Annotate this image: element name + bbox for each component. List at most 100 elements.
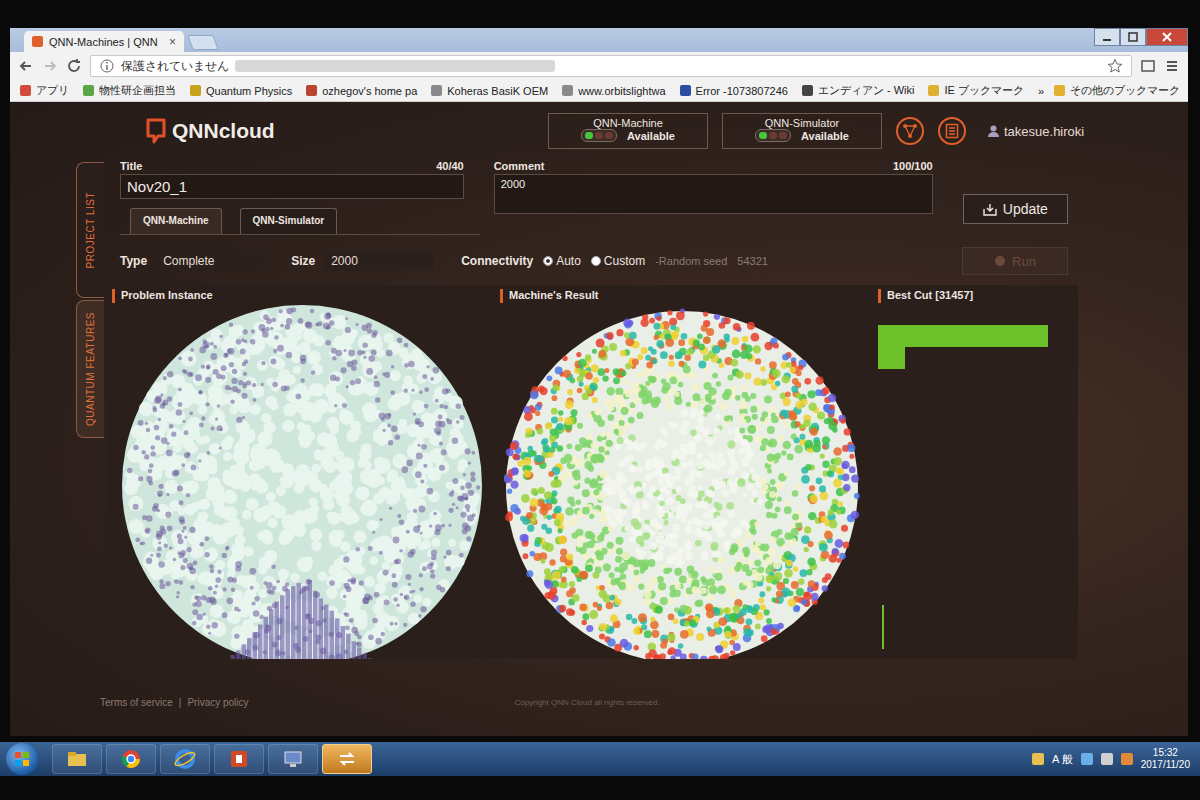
problem-instance-panel: Problem Instance bbox=[112, 289, 492, 659]
histogram-bar bbox=[264, 617, 269, 659]
taskbar-app[interactable] bbox=[106, 744, 156, 774]
windows-icon bbox=[14, 751, 30, 767]
tab-strip: QNN-Machines | QNN× bbox=[10, 28, 1188, 52]
type-field[interactable]: Complete bbox=[157, 251, 263, 271]
ie-icon bbox=[174, 748, 196, 770]
histogram-bar bbox=[319, 598, 324, 659]
title-input[interactable]: Nov20_1 bbox=[120, 174, 464, 199]
taskbar-app[interactable] bbox=[268, 744, 318, 774]
taskbar-app[interactable] bbox=[160, 744, 210, 774]
bookmarks-bar: アプリ物性研企画担当 Quantum Physics ozhegov's home … bbox=[10, 80, 1188, 102]
forward-icon[interactable] bbox=[42, 58, 58, 74]
bookmark[interactable]: 物性研企画担当 bbox=[83, 83, 176, 98]
app-footer: Terms of service|Privacy policyCopyright… bbox=[100, 697, 1068, 708]
machine-status: QNN-SimulatorAvailable bbox=[722, 113, 882, 149]
bookmark[interactable]: IE ブックマーク bbox=[928, 83, 1023, 98]
logo[interactable]: QNNcloud bbox=[144, 118, 534, 144]
close-button[interactable] bbox=[1146, 28, 1188, 46]
bookmark-icon bbox=[306, 85, 317, 96]
bookmark[interactable]: Koheras BasiK OEM bbox=[431, 85, 548, 97]
terms-link[interactable]: Terms of service bbox=[100, 697, 173, 708]
powerpoint-icon bbox=[228, 748, 250, 770]
machine-result-panel: Machine's Result bbox=[500, 289, 870, 659]
status-lights bbox=[581, 129, 617, 142]
start-button[interactable] bbox=[6, 743, 38, 775]
tab-close[interactable]: × bbox=[169, 35, 176, 49]
parameters-row: TypeCompleteSize2000ConnectivityAutoCust… bbox=[120, 247, 1068, 275]
bookmark[interactable]: ozhegov's home pa bbox=[306, 85, 417, 97]
bookmark-icon bbox=[190, 85, 201, 96]
copyright: Copyright QNN Cloud all rights reserved. bbox=[515, 698, 660, 707]
bookmark-icon bbox=[802, 85, 813, 96]
clock[interactable]: 15:322017/11/20 bbox=[1141, 747, 1190, 771]
machine-tab[interactable]: QNN-Machine bbox=[130, 208, 222, 234]
histogram-bar bbox=[308, 580, 313, 659]
histogram-bar bbox=[346, 634, 351, 659]
privacy-link[interactable]: Privacy policy bbox=[187, 697, 248, 708]
run-button[interactable]: Run bbox=[962, 247, 1068, 275]
star-icon[interactable] bbox=[1107, 58, 1123, 74]
comment-input[interactable]: 2000 bbox=[494, 174, 933, 214]
address-field[interactable]: 保護されていません bbox=[90, 55, 1132, 77]
taskbar-app[interactable] bbox=[214, 744, 264, 774]
other-bookmarks[interactable]: その他のブックマーク bbox=[1054, 83, 1180, 98]
qnn-app: QNNcloudQNN-MachineAvailableQNN-Simulato… bbox=[10, 102, 1188, 736]
user-icon bbox=[988, 125, 999, 137]
size-field[interactable]: 2000 bbox=[325, 251, 433, 271]
tray-icon[interactable] bbox=[1121, 753, 1133, 765]
bookmark[interactable]: アプリ bbox=[20, 83, 69, 98]
cut-marker bbox=[882, 605, 884, 649]
taskbar-app[interactable] bbox=[52, 744, 102, 774]
taskbar-app[interactable] bbox=[322, 744, 372, 774]
connectivity-radio[interactable]: Auto bbox=[543, 254, 581, 268]
browser-tab[interactable]: QNN-Machines | QNN× bbox=[24, 31, 184, 52]
status-light bbox=[769, 132, 777, 139]
app-body: PROJECT LISTQUANTUM FEATURESTitle40/40No… bbox=[10, 160, 1188, 736]
bookmark[interactable]: Quantum Physics bbox=[190, 85, 292, 97]
folder-icon bbox=[1054, 85, 1065, 96]
taskbar: A 般 15:322017/11/20 bbox=[0, 742, 1200, 776]
document-button[interactable] bbox=[938, 117, 966, 145]
project-editor: Title40/40Nov20_1Comment100/1002000Updat… bbox=[104, 160, 1188, 736]
bookmarks-right: » その他のブックマーク bbox=[1038, 83, 1180, 98]
bookmark[interactable]: www.orbitslightwa bbox=[562, 85, 665, 97]
reload-icon[interactable] bbox=[66, 58, 82, 74]
histogram-bar bbox=[297, 583, 302, 659]
maximize-button[interactable] bbox=[1120, 28, 1146, 46]
network-button[interactable] bbox=[896, 117, 924, 145]
bookmarks-overflow[interactable]: » bbox=[1038, 85, 1044, 97]
connectivity-radio[interactable]: Custom bbox=[591, 254, 645, 268]
tray-icon[interactable] bbox=[1032, 753, 1044, 765]
extension-icon[interactable] bbox=[1140, 58, 1156, 74]
bookmark-icon bbox=[431, 85, 442, 96]
best-cut-chart bbox=[878, 325, 1048, 369]
machine-tabs: QNN-Machine QNN-Simulator bbox=[120, 208, 480, 235]
menu-icon[interactable] bbox=[1164, 58, 1180, 74]
histogram-bar bbox=[286, 589, 291, 659]
tray-icon[interactable] bbox=[1081, 753, 1093, 765]
bookmark-icon bbox=[680, 85, 691, 96]
window-controls bbox=[1094, 28, 1188, 46]
machine-tab[interactable]: QNN-Simulator bbox=[240, 208, 338, 234]
update-button[interactable]: Update bbox=[963, 194, 1068, 224]
maximize-icon bbox=[1128, 32, 1138, 42]
bookmark[interactable]: Error -1073807246 bbox=[680, 85, 788, 97]
info-icon bbox=[99, 58, 115, 74]
side-tab[interactable]: QUANTUM FEATURES bbox=[76, 300, 104, 438]
address-bar: 保護されていません bbox=[10, 52, 1188, 80]
user-menu[interactable]: takesue.hiroki bbox=[988, 124, 1084, 139]
side-tab[interactable]: PROJECT LIST bbox=[76, 162, 104, 298]
minimize-button[interactable] bbox=[1094, 28, 1120, 46]
back-icon[interactable] bbox=[18, 58, 34, 74]
bookmark[interactable]: エンディアン - Wiki bbox=[802, 83, 915, 98]
best-cut-panel: Best Cut [31457] bbox=[878, 289, 1072, 659]
histogram-bar bbox=[357, 647, 362, 659]
ime-indicator[interactable]: A 般 bbox=[1052, 752, 1073, 767]
histogram-bar bbox=[247, 638, 252, 659]
histogram-bar bbox=[291, 586, 296, 659]
new-tab-button[interactable] bbox=[187, 35, 218, 50]
tray-icon[interactable] bbox=[1101, 753, 1113, 765]
run-icon bbox=[994, 255, 1006, 267]
random-seed-value[interactable]: 54321 bbox=[737, 255, 768, 267]
network-icon bbox=[902, 123, 918, 139]
